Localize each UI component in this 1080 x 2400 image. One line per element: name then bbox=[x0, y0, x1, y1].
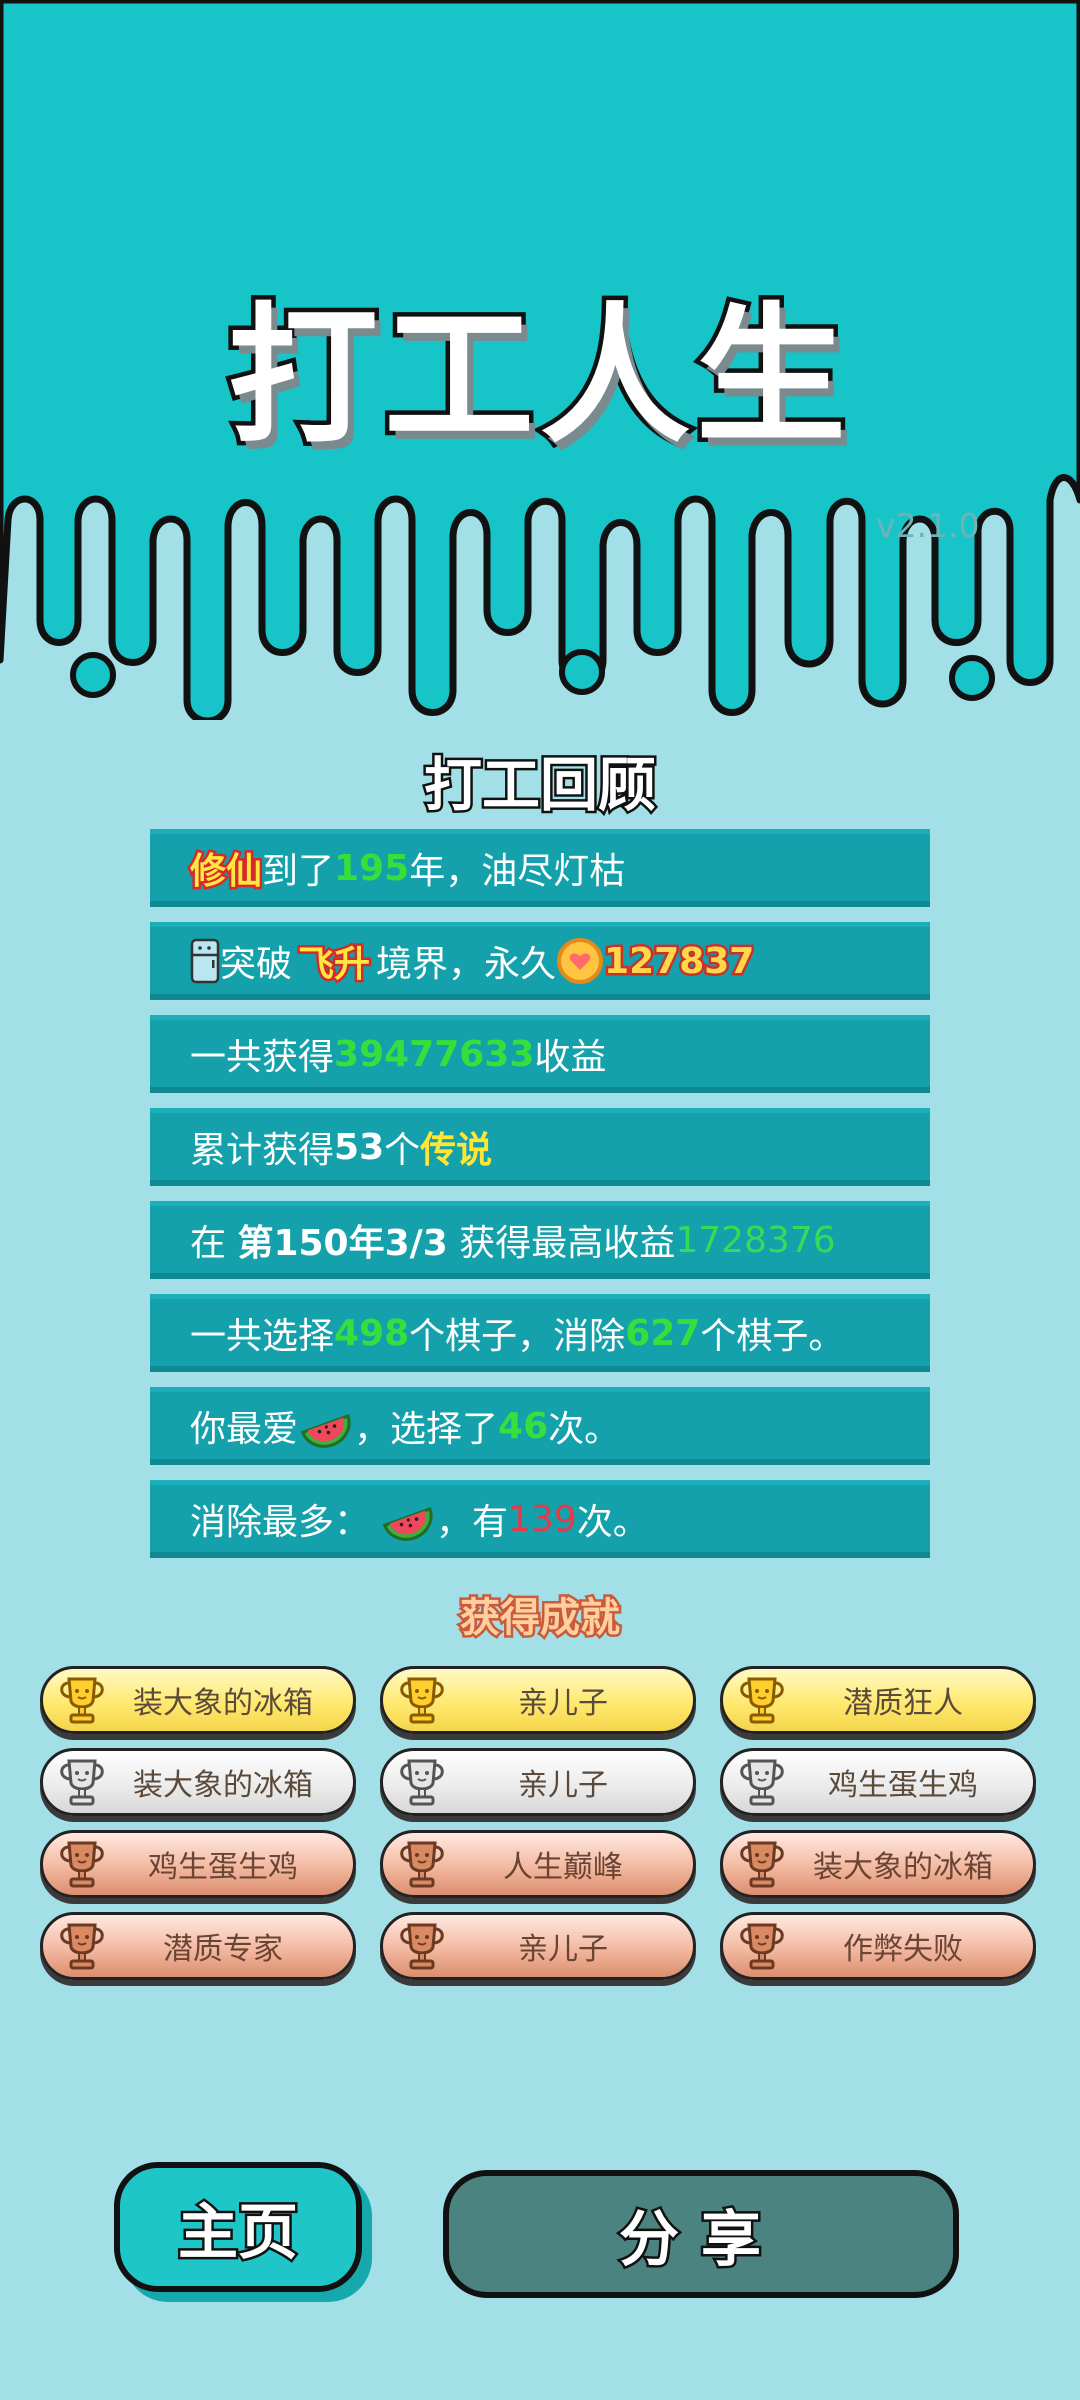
achievement-badge[interactable]: 潜质狂人 bbox=[720, 1666, 1036, 1734]
review-row-realm: 突破 飞升 境界，永久 127837 bbox=[150, 922, 930, 1000]
cultivation-label: 修仙 bbox=[187, 849, 264, 895]
trophy-icon bbox=[740, 1759, 784, 1806]
review-title: 打工回顾 bbox=[421, 749, 658, 822]
achievement-badge[interactable]: 装大象的冰箱 bbox=[40, 1748, 356, 1816]
achievements-title: 获得成就 bbox=[458, 1593, 623, 1644]
trophy-icon bbox=[60, 1841, 104, 1888]
trophy-icon bbox=[400, 1841, 444, 1888]
trophy-icon bbox=[400, 1759, 444, 1806]
achievement-badge[interactable]: 鸡生蛋生鸡 bbox=[720, 1748, 1036, 1816]
review-row-favorite: 你最爱 ，选择了 46 次。 bbox=[150, 1387, 930, 1465]
achievement-label: 潜质专家 bbox=[163, 1932, 283, 1967]
game-title: 打工人生 bbox=[223, 286, 852, 469]
achievement-badge[interactable]: 装大象的冰箱 bbox=[720, 1830, 1036, 1898]
trophy-icon bbox=[740, 1923, 784, 1970]
review-row-best-income: 在 第150年3/3 获得最高收益 1728376 bbox=[150, 1201, 930, 1279]
trophy-icon bbox=[60, 1759, 104, 1806]
watermelon-icon bbox=[300, 1413, 351, 1448]
achievement-label: 人生巅峰 bbox=[503, 1850, 623, 1885]
achievement-label: 鸡生蛋生鸡 bbox=[828, 1768, 978, 1803]
achievement-label: 装大象的冰箱 bbox=[813, 1850, 993, 1885]
achievement-badge[interactable]: 亲儿子 bbox=[380, 1912, 696, 1980]
watermelon-icon bbox=[382, 1506, 433, 1541]
review-row-most-cleared: 消除最多： ，有 139 次。 bbox=[150, 1480, 930, 1558]
achievement-label: 装大象的冰箱 bbox=[133, 1768, 313, 1803]
achievement-badge[interactable]: 作弊失败 bbox=[720, 1912, 1036, 1980]
fridge-icon bbox=[190, 938, 220, 984]
achievement-badge[interactable]: 鸡生蛋生鸡 bbox=[40, 1830, 356, 1898]
achievement-label: 潜质狂人 bbox=[843, 1686, 963, 1721]
achievement-badge[interactable]: 人生巅峰 bbox=[380, 1830, 696, 1898]
trophy-icon bbox=[740, 1841, 784, 1888]
achievement-label: 亲儿子 bbox=[518, 1768, 608, 1803]
achievement-badge[interactable]: 装大象的冰箱 bbox=[40, 1666, 356, 1734]
review-row-lifespan: 修仙 到了 195 年，油尽灯枯 bbox=[150, 829, 930, 907]
achievement-label: 亲儿子 bbox=[518, 1932, 608, 1967]
achievement-badge[interactable]: 亲儿子 bbox=[380, 1666, 696, 1734]
achievement-label: 装大象的冰箱 bbox=[133, 1686, 313, 1721]
home-button[interactable]: 主页 bbox=[114, 2162, 362, 2292]
review-row-pieces: 一共选择 498 个棋子，消除 627 个棋子。 bbox=[150, 1294, 930, 1372]
trophy-icon bbox=[400, 1677, 444, 1724]
review-row-income: 一共获得 39477633 收益 bbox=[150, 1015, 930, 1093]
achievement-badge[interactable]: 亲儿子 bbox=[380, 1748, 696, 1816]
achievement-label: 亲儿子 bbox=[518, 1686, 608, 1721]
trophy-icon bbox=[740, 1677, 784, 1724]
achievement-label: 作弊失败 bbox=[843, 1932, 963, 1967]
achievement-label: 鸡生蛋生鸡 bbox=[148, 1850, 298, 1885]
achievement-badge[interactable]: 潜质专家 bbox=[40, 1912, 356, 1980]
review-row-legendary: 累计获得 53 个传说 bbox=[150, 1108, 930, 1186]
share-button[interactable]: 分享 bbox=[443, 2170, 959, 2298]
trophy-icon bbox=[400, 1923, 444, 1970]
heart-coin-icon bbox=[557, 938, 604, 984]
trophy-icon bbox=[60, 1923, 104, 1970]
trophy-icon bbox=[60, 1677, 104, 1724]
version-label: v2.1.0 bbox=[876, 506, 980, 545]
